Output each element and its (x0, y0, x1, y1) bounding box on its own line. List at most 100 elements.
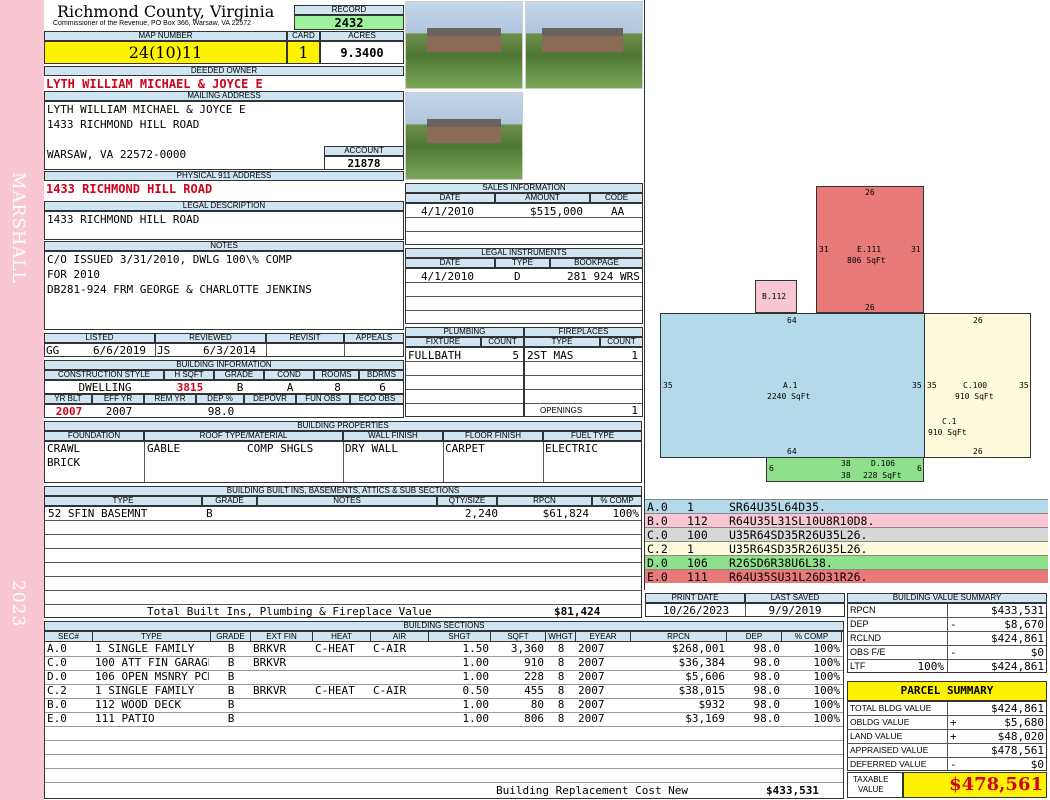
sections-cell: $3,169 (685, 712, 725, 725)
ps-key: TOTAL BLDG VALUE (850, 703, 932, 713)
legend-desc: U35R64SD35R26U35L26. (729, 528, 868, 542)
sections-cell: 111 PATIO (95, 712, 155, 725)
props-label: BUILDING PROPERTIES (44, 421, 642, 431)
e111-right-dim: 31 (911, 245, 921, 254)
bi-total-label: Total Built Ins, Plumbing & Fireplace Va… (147, 605, 432, 618)
c1-sqft: 910 SqFt (928, 428, 967, 437)
c100-right-dim: 35 (1019, 381, 1029, 390)
sections-cell: 8 (557, 698, 565, 711)
sections-total-label: Building Replacement Cost New (496, 784, 689, 797)
d106-label: D.106 (871, 459, 896, 468)
sections-cell: 2007 (578, 684, 605, 697)
sections-cell: 100% (813, 656, 841, 669)
reviewed-label: REVIEWED (155, 333, 266, 343)
legend-desc: R64U35L31SL10U8R10D8. (729, 514, 875, 528)
sections-label: BUILDING SECTIONS (44, 621, 844, 631)
tax-year: 2023 (8, 580, 28, 628)
legend-row: E.0 111 R64U35SU31L26D31R26. (645, 569, 1048, 584)
h-yrblt: YR BLT (44, 394, 92, 404)
sections-cell: BRKVR (253, 642, 287, 655)
legend-code: C.0 (647, 528, 668, 542)
sales-h-amount: AMOUNT (495, 193, 590, 203)
h-effyr: EFF YR (92, 394, 144, 404)
account-label: ACCOUNT (324, 146, 404, 156)
bi-rpcn: $61,824 (542, 507, 589, 520)
record-label: RECORD (294, 5, 404, 15)
vs-ltf-pct: 100% (917, 660, 945, 673)
vs-key: RCLND (850, 633, 882, 643)
sections-cell: C.2 (47, 684, 67, 697)
ps-value: $5,680 (1004, 716, 1044, 729)
sections-col-header: SEC# (45, 632, 93, 642)
physical-label: PHYSICAL 911 ADDRESS (44, 171, 404, 181)
sections-cell: 98.0 (753, 684, 781, 697)
sketch-area-d106: 38 D.106 6 6 38 228 SqFt (766, 457, 924, 482)
mailing-line3: WARSAW, VA 22572-0000 (47, 148, 187, 161)
sections-cell: 80 (530, 698, 544, 711)
c100-label: C.100 (963, 381, 988, 390)
floor-finish: CARPET (445, 442, 485, 455)
e111-label: E.111 (857, 245, 882, 254)
sections-cell: 1.00 (462, 670, 490, 683)
props-h-floor: FLOOR FINISH (443, 431, 543, 441)
notes-line3: DB281-924 FRM GEORGE & CHARLOTTE JENKINS (47, 283, 312, 296)
sections-cell: BRKVR (253, 684, 287, 697)
h-dep: DEP % (196, 394, 244, 404)
revisit-label: REVISIT (266, 333, 344, 343)
roof-type: GABLE (147, 442, 181, 455)
h-rooms: ROOMS (314, 370, 359, 380)
fp-h-type: TYPE (524, 337, 600, 347)
sections-total: $433,531 (766, 784, 819, 797)
reviewed-date: 6/3/2014 (203, 344, 256, 357)
legend-code: A.0 (647, 500, 668, 514)
a1-top-dim: 64 (787, 316, 797, 325)
bldg-info-row1: DWELLING 3815 B A 8 6 (44, 380, 404, 394)
county-title: Richmond County, Virginia (57, 2, 275, 21)
taxable-label-1: TAXABLE (853, 775, 889, 784)
last-saved-label: LAST SAVED (745, 593, 845, 603)
legend-num: 100 (687, 528, 708, 542)
c100-bottom-dim: 26 (973, 447, 983, 456)
d106-bottom-dim: 38 (841, 471, 851, 480)
dep-pct: 98.0 (207, 405, 235, 418)
sections-cell: $38,015 (678, 684, 725, 697)
sections-cell: 910 (524, 656, 544, 669)
sections-col-header: AIR (371, 632, 429, 642)
property-photo-1[interactable] (405, 1, 523, 89)
sections-cell: 98.0 (753, 670, 781, 683)
props-h-wall: WALL FINISH (343, 431, 443, 441)
props-h-fuel: FUEL TYPE (543, 431, 642, 441)
sections-cell: $932 (698, 698, 726, 711)
bi-total: $81,424 (554, 605, 601, 618)
d106-right-dim: 6 (917, 464, 922, 473)
ps-value: $424,861 (991, 702, 1044, 715)
h-depovr: DEPOVR (244, 394, 296, 404)
sections-cell: 2007 (578, 712, 605, 725)
legal-box: 1433 RICHMOND HILL ROAD (44, 211, 404, 240)
legend-num: 1 (687, 500, 694, 514)
bi-type: 52 SFIN BASEMNT (48, 507, 148, 520)
foundation-2: BRICK (47, 456, 81, 469)
sections-cell: 3,360 (510, 642, 544, 655)
sections-cell: 98.0 (753, 642, 781, 655)
bi-h-grade: GRADE (202, 496, 257, 506)
property-photo-2[interactable] (525, 1, 643, 89)
owner-label: DEEDED OWNER (44, 66, 404, 76)
instr-h-date: DATE (405, 258, 495, 268)
taxable-value: $478,561 (903, 772, 1047, 798)
legend-num: 106 (687, 556, 708, 570)
a1-right-dim: 35 (912, 381, 922, 390)
map-number: 24(10)11 (44, 41, 287, 64)
d106-sqft: 228 SqFt (863, 471, 902, 480)
acres-label: ACRES (320, 31, 404, 41)
ps-value: $48,020 (997, 730, 1044, 743)
sections-col-header: EYEAR (576, 632, 631, 642)
h-remyr: REM YR (144, 394, 196, 404)
h-ecoobs: ECO OBS (350, 394, 404, 404)
district-name: MARSHALL (8, 172, 28, 284)
appeals-label: APPEALS (344, 333, 404, 343)
e111-sqft: 806 SqFt (847, 256, 886, 265)
props-h-roof: ROOF TYPE/MATERIAL (144, 431, 343, 441)
sections-col-header: EXT FIN (251, 632, 313, 642)
property-photo-3[interactable] (405, 92, 523, 180)
